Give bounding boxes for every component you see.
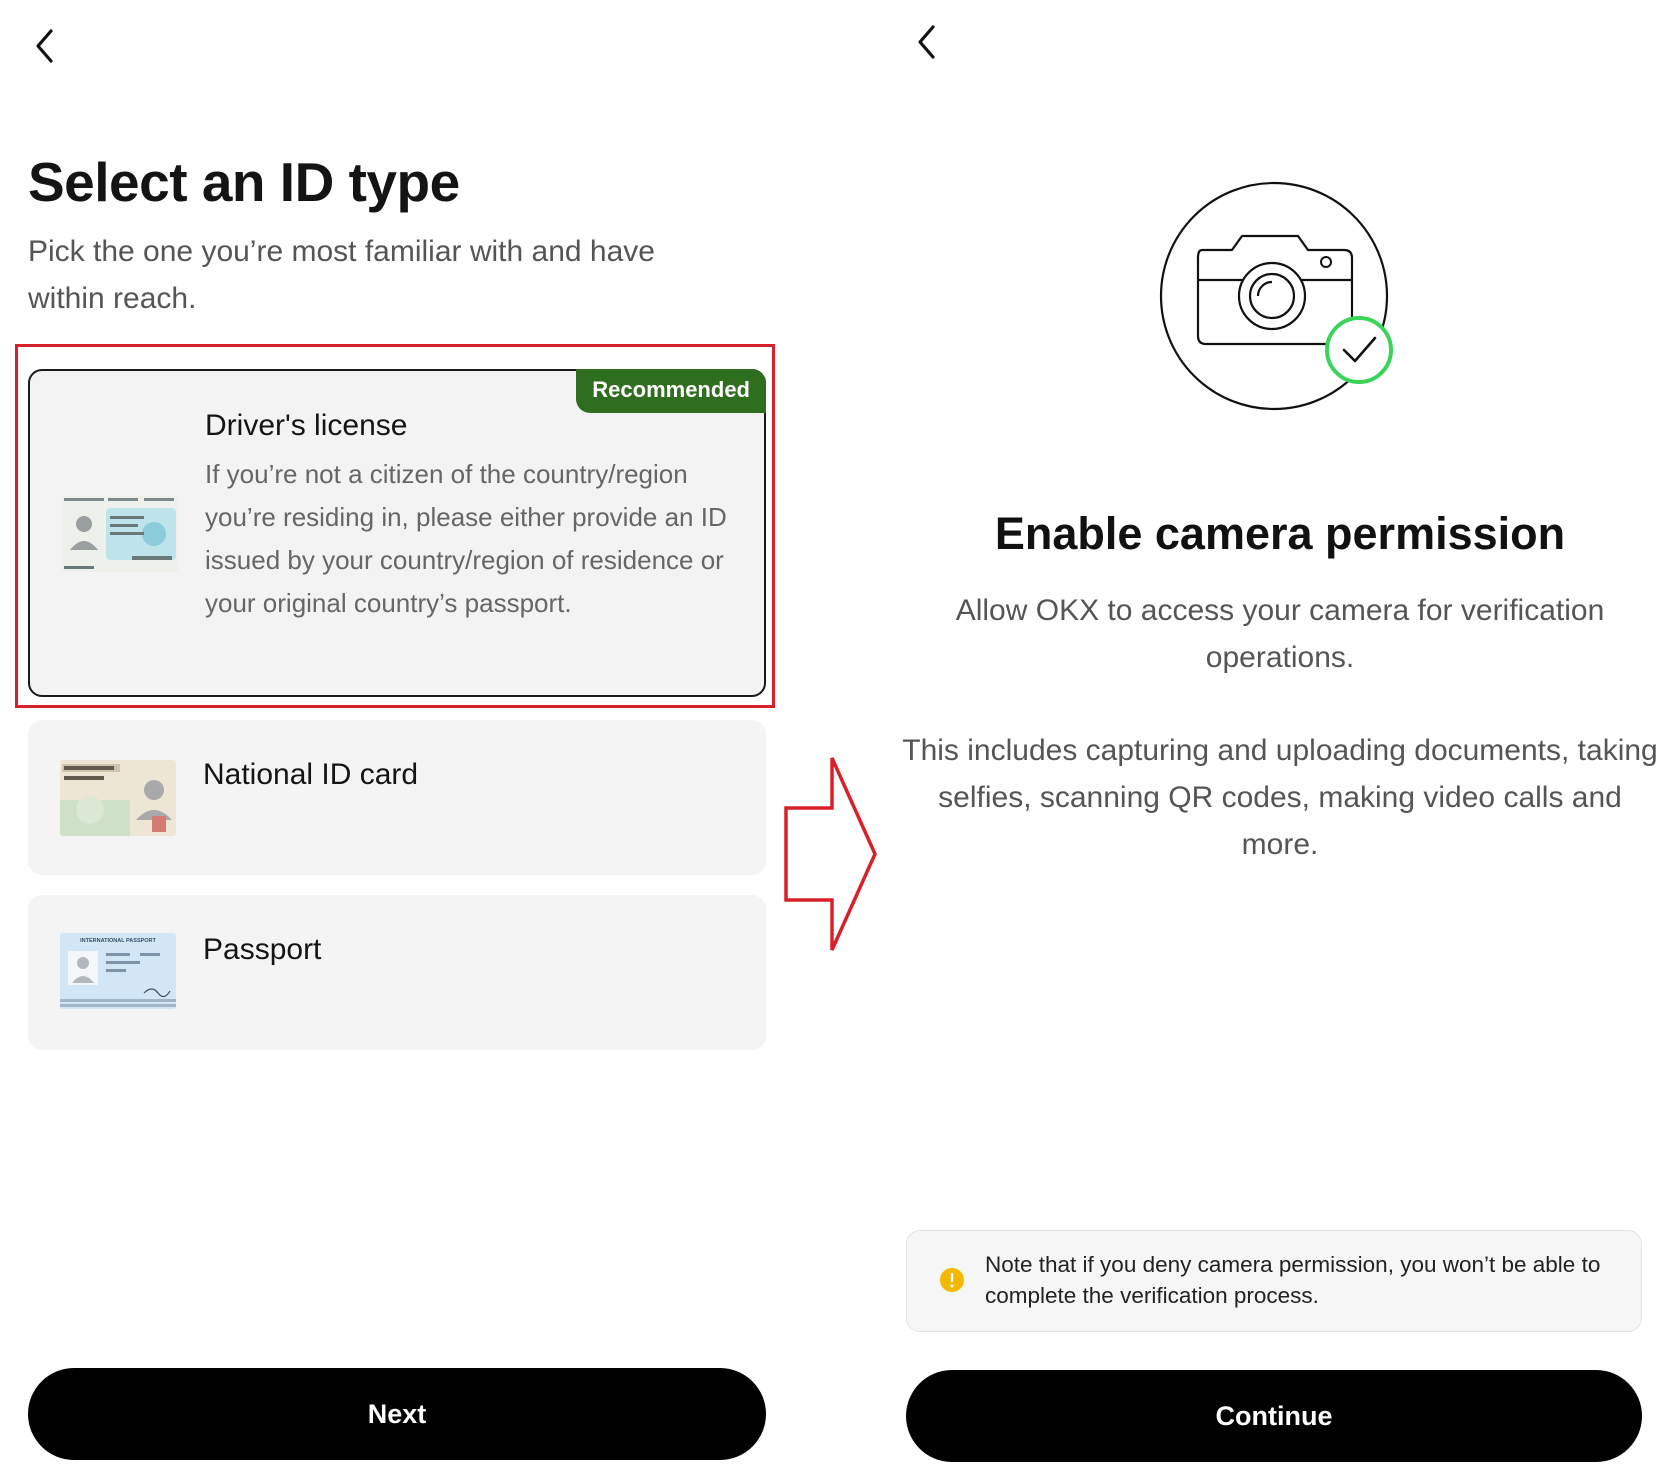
camera-illustration [1159,181,1393,411]
option-description: If you’re not a citizen of the country/r… [205,459,727,618]
passport-thumbnail: INTERNATIONAL PASSPORT [60,933,176,1009]
option-national-id[interactable]: National ID card [28,720,766,875]
option-passport[interactable]: INTERNATIONAL PASSPORT Passport [28,895,766,1050]
chevron-left-icon [918,25,935,59]
check-icon [1325,316,1393,384]
continue-button[interactable]: Continue [906,1370,1642,1462]
next-button[interactable]: Next [28,1368,766,1460]
page-title: Select an ID type [28,151,460,213]
recommended-badge: Recommended [576,369,766,413]
option-drivers-license[interactable]: Recommended Driver's license If you’re n… [28,369,766,697]
chevron-left-icon [36,29,53,63]
permission-description: Allow OKX to access your camera for veri… [955,594,1605,674]
warning-text: Note that if you deny camera permission,… [985,1252,1601,1308]
back-button-left[interactable] [28,26,62,66]
warning-icon [940,1268,964,1292]
option-label: National ID card [203,758,419,791]
option-label: Passport [203,933,322,966]
national-id-thumbnail [60,760,176,836]
camera-warning-note: Note that if you deny camera permission,… [906,1230,1642,1332]
arrow-right-icon [784,757,877,951]
passport-thumbnail-text: INTERNATIONAL PASSPORT [80,938,156,944]
permission-details: This includes capturing and uploading do… [902,734,1658,861]
permission-title: Enable camera permission [994,508,1566,559]
back-button-right[interactable] [910,22,944,62]
option-label: Driver's license [205,409,408,442]
page-subtitle: Pick the one you’re most familiar with a… [28,235,655,315]
drivers-license-thumbnail [62,496,178,572]
